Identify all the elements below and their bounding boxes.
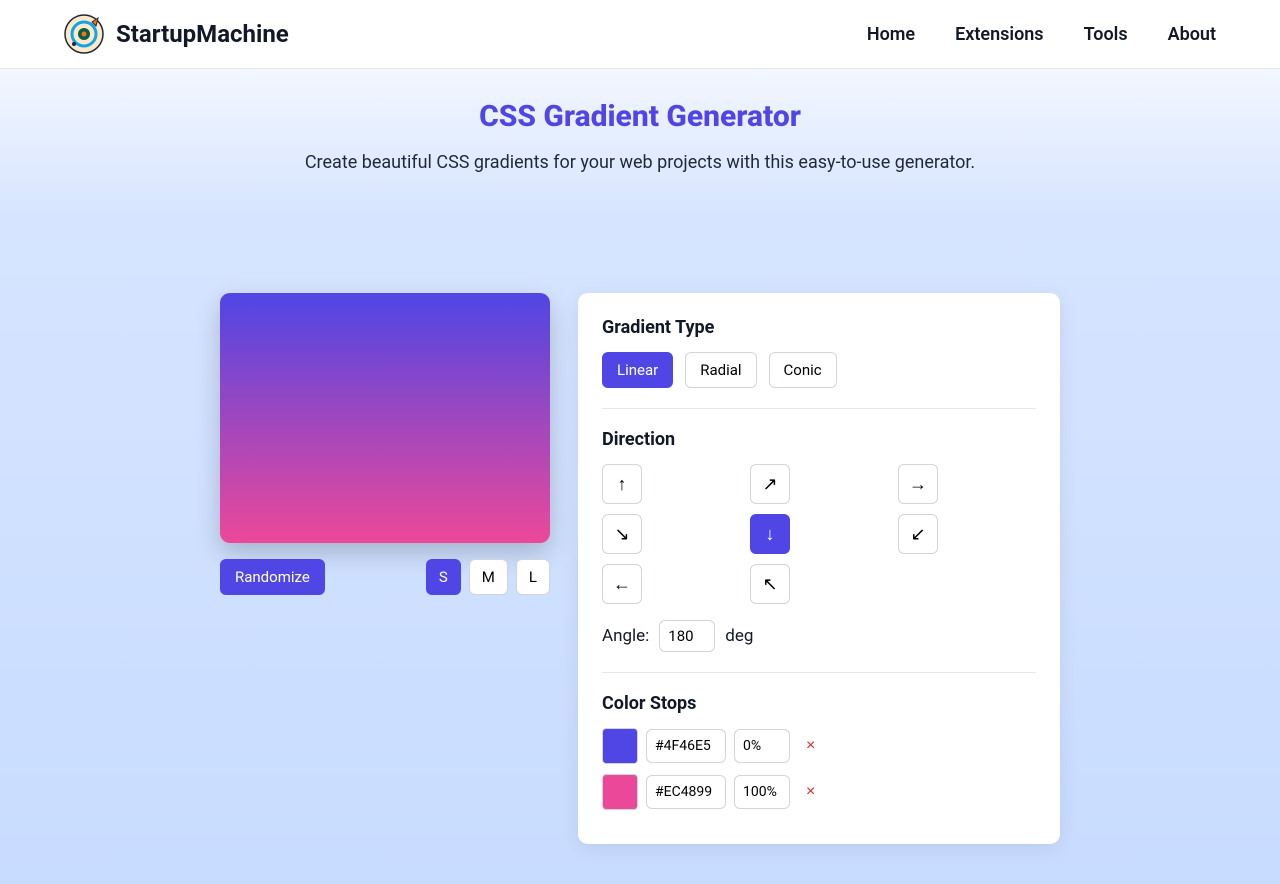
arrow-down-right-icon: ↘ xyxy=(614,524,629,545)
color-stop-row: × xyxy=(602,728,1036,764)
type-button-radial[interactable]: Radial xyxy=(685,352,756,388)
arrow-right-icon: → xyxy=(909,474,927,495)
color-hex-input[interactable] xyxy=(646,729,726,763)
arrow-up-right-icon: ↗ xyxy=(762,474,777,495)
nav-links: Home Extensions Tools About xyxy=(867,24,1216,45)
section-direction: Direction ↑ ↗ → ↘ ↓ ↙ ← ↖ Angle: deg xyxy=(602,429,1036,673)
angle-unit: deg xyxy=(725,626,753,646)
gradient-preview xyxy=(220,293,550,543)
arrow-up-icon: ↑ xyxy=(618,474,627,495)
brand[interactable]: StartupMachine xyxy=(64,14,289,54)
remove-stop-button[interactable]: × xyxy=(798,737,823,755)
settings-panel: Gradient Type Linear Radial Conic Direct… xyxy=(578,293,1060,844)
hero: CSS Gradient Generator Create beautiful … xyxy=(0,69,1280,183)
close-icon: × xyxy=(806,737,815,754)
direction-up[interactable]: ↑ xyxy=(602,464,642,504)
size-button-s[interactable]: S xyxy=(426,559,461,595)
arrow-down-left-icon: ↙ xyxy=(910,524,925,545)
preview-controls: Randomize S M L xyxy=(220,559,550,595)
remove-stop-button[interactable]: × xyxy=(798,783,823,801)
direction-left[interactable]: ← xyxy=(602,564,642,604)
direction-grid: ↑ ↗ → ↘ ↓ ↙ ← ↖ xyxy=(602,464,1036,604)
color-stops-heading: Color Stops xyxy=(602,693,1036,714)
arrow-up-left-icon: ↖ xyxy=(762,574,777,595)
size-button-m[interactable]: M xyxy=(469,559,508,595)
type-button-conic[interactable]: Conic xyxy=(769,352,837,388)
color-position-input[interactable] xyxy=(734,729,790,763)
color-position-input[interactable] xyxy=(734,775,790,809)
left-column: Randomize S M L xyxy=(220,293,550,595)
close-icon: × xyxy=(806,783,815,800)
arrow-down-icon: ↓ xyxy=(766,524,775,545)
size-button-l[interactable]: L xyxy=(516,559,550,595)
brand-name: StartupMachine xyxy=(116,20,289,48)
direction-down-right[interactable]: ↘ xyxy=(602,514,642,554)
color-stop-row: × xyxy=(602,774,1036,810)
gradient-type-heading: Gradient Type xyxy=(602,317,1036,338)
angle-label: Angle: xyxy=(602,626,649,646)
nav-link-tools[interactable]: Tools xyxy=(1084,24,1128,45)
main-container: Randomize S M L Gradient Type Linear Rad… xyxy=(200,293,1080,884)
direction-heading: Direction xyxy=(602,429,1036,450)
type-button-linear[interactable]: Linear xyxy=(602,352,673,388)
color-swatch[interactable] xyxy=(602,774,638,810)
arrow-left-icon: ← xyxy=(613,574,631,595)
direction-up-left[interactable]: ↖ xyxy=(750,564,790,604)
direction-down[interactable]: ↓ xyxy=(750,514,790,554)
nav-link-about[interactable]: About xyxy=(1168,24,1216,45)
randomize-button[interactable]: Randomize xyxy=(220,559,325,595)
section-color-stops: Color Stops × × xyxy=(602,693,1036,810)
color-swatch[interactable] xyxy=(602,728,638,764)
nav-link-extensions[interactable]: Extensions xyxy=(955,24,1043,45)
color-hex-input[interactable] xyxy=(646,775,726,809)
page-subtitle: Create beautiful CSS gradients for your … xyxy=(20,152,1260,173)
angle-row: Angle: deg xyxy=(602,620,1036,652)
gradient-type-group: Linear Radial Conic xyxy=(602,352,1036,388)
angle-input[interactable] xyxy=(659,620,715,652)
size-group: S M L xyxy=(426,559,550,595)
direction-down-left[interactable]: ↙ xyxy=(898,514,938,554)
direction-up-right[interactable]: ↗ xyxy=(750,464,790,504)
brand-logo-icon xyxy=(64,14,104,54)
direction-right[interactable]: → xyxy=(898,464,938,504)
nav-link-home[interactable]: Home xyxy=(867,24,915,45)
page-title: CSS Gradient Generator xyxy=(20,99,1260,134)
section-gradient-type: Gradient Type Linear Radial Conic xyxy=(602,317,1036,409)
top-nav: StartupMachine Home Extensions Tools Abo… xyxy=(0,0,1280,69)
